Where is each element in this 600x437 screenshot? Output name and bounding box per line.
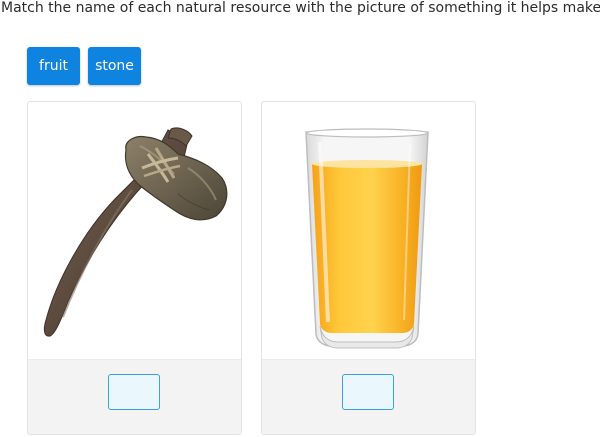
match-card-1 xyxy=(27,101,242,435)
instruction-text: Match the name of each natural resource … xyxy=(1,0,600,16)
answer-tray-1 xyxy=(28,359,241,434)
practice-page: Match the name of each natural resource … xyxy=(0,0,600,437)
stone-axe-icon xyxy=(43,127,228,337)
answer-tray-2 xyxy=(262,359,475,434)
orange-juice-glass-icon xyxy=(305,128,429,349)
answer-tile-bank: fruit stone xyxy=(27,47,141,85)
drop-target-1[interactable] xyxy=(108,374,160,410)
tile-stone[interactable]: stone xyxy=(88,47,141,85)
drop-target-2[interactable] xyxy=(342,374,394,410)
match-card-2 xyxy=(261,101,476,435)
tile-fruit[interactable]: fruit xyxy=(27,47,80,85)
